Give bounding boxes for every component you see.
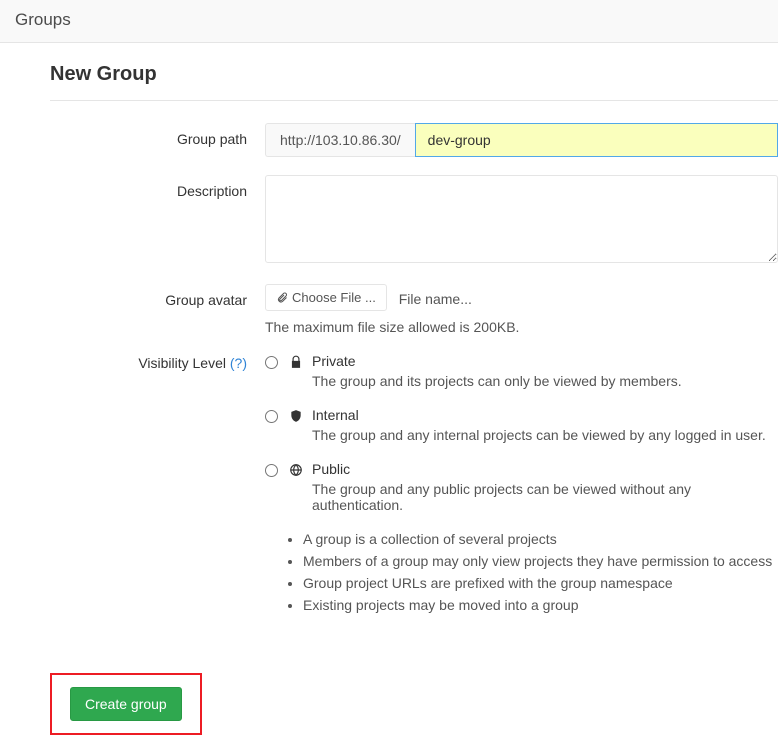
choose-file-label: Choose File ...: [292, 290, 376, 305]
label-group-avatar: Group avatar: [50, 284, 265, 335]
group-path-input-group: http://103.10.86.30/: [265, 123, 778, 157]
visibility-title-internal: Internal: [312, 407, 778, 423]
row-visibility: Visibility Level (?) Private The group a…: [50, 353, 778, 619]
group-info-list: A group is a collection of several proje…: [265, 531, 778, 613]
list-item: A group is a collection of several proje…: [303, 531, 778, 547]
row-group-avatar: Group avatar Choose File ... File name..…: [50, 284, 778, 335]
row-description: Description: [50, 175, 778, 266]
visibility-option-internal[interactable]: Internal The group and any internal proj…: [265, 407, 778, 443]
group-path-prefix: http://103.10.86.30/: [265, 123, 415, 157]
visibility-desc-public: The group and any public projects can be…: [312, 481, 778, 513]
top-header: Groups: [0, 0, 778, 43]
list-item: Existing projects may be moved into a gr…: [303, 597, 778, 613]
radio-private[interactable]: [265, 356, 278, 369]
divider: [50, 100, 778, 101]
row-group-path: Group path http://103.10.86.30/: [50, 123, 778, 157]
visibility-desc-private: The group and its projects can only be v…: [312, 373, 778, 389]
lock-icon: [288, 355, 304, 369]
list-item: Group project URLs are prefixed with the…: [303, 575, 778, 591]
visibility-option-private[interactable]: Private The group and its projects can o…: [265, 353, 778, 389]
header-title: Groups: [15, 10, 763, 30]
list-item: Members of a group may only view project…: [303, 553, 778, 569]
visibility-desc-internal: The group and any internal projects can …: [312, 427, 778, 443]
visibility-option-public[interactable]: Public The group and any public projects…: [265, 461, 778, 513]
main-content: New Group Group path http://103.10.86.30…: [0, 43, 778, 755]
visibility-title-private: Private: [312, 353, 778, 369]
create-group-button[interactable]: Create group: [70, 687, 182, 721]
avatar-hint: The maximum file size allowed is 200KB.: [265, 319, 778, 335]
choose-file-button[interactable]: Choose File ...: [265, 284, 387, 311]
label-group-path: Group path: [50, 123, 265, 157]
shield-icon: [288, 409, 304, 423]
visibility-title-public: Public: [312, 461, 778, 477]
description-input[interactable]: [265, 175, 778, 263]
visibility-help-link[interactable]: (?): [230, 355, 247, 371]
group-path-input[interactable]: [415, 123, 778, 157]
radio-internal[interactable]: [265, 410, 278, 423]
radio-public[interactable]: [265, 464, 278, 477]
actions-highlight: Create group: [50, 673, 202, 735]
page-title: New Group: [50, 63, 778, 86]
label-description: Description: [50, 175, 265, 266]
label-visibility: Visibility Level (?): [50, 353, 265, 619]
attachment-icon: [276, 292, 288, 304]
file-name: File name...: [399, 291, 472, 307]
globe-icon: [288, 463, 304, 477]
